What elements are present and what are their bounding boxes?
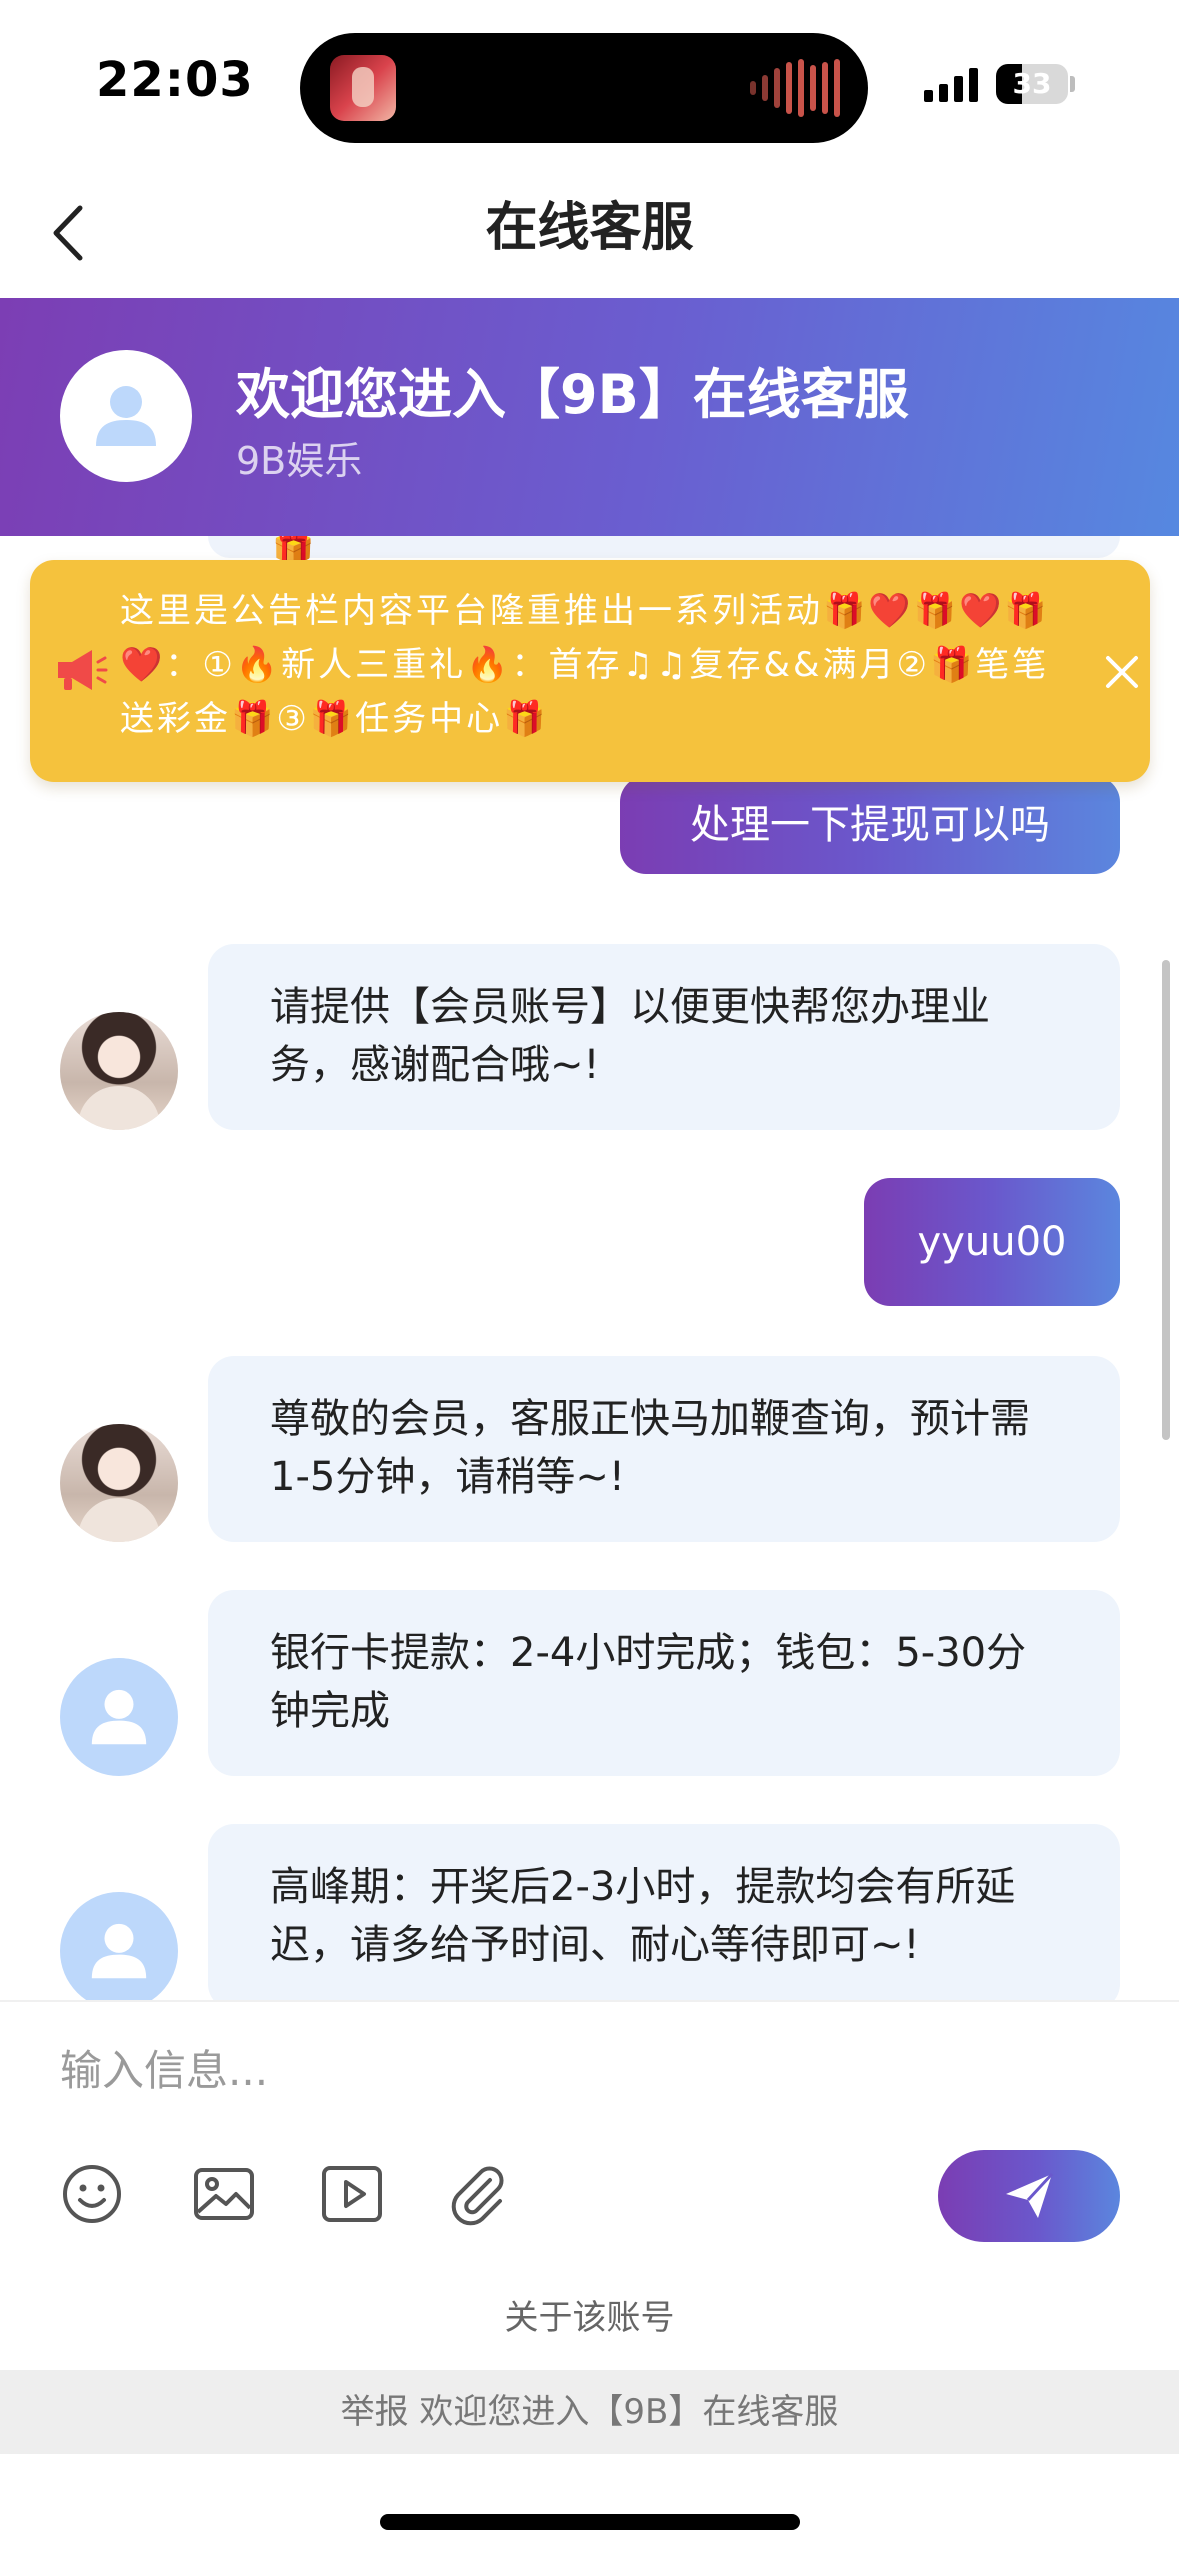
attachment-icon[interactable] [446, 2162, 510, 2226]
service-avatar [60, 350, 192, 482]
video-icon[interactable] [320, 2162, 384, 2226]
welcome-banner: 欢迎您进入【9B】在线客服 9B娱乐 [0, 298, 1179, 536]
message-text: yyuu00 [917, 1219, 1067, 1265]
page-title: 在线客服 [485, 198, 694, 258]
now-playing-artwork [330, 55, 396, 121]
report-bar[interactable]: 举报 欢迎您进入【9B】在线客服 [0, 2370, 1179, 2454]
announcement-bar[interactable]: 这里是公告栏内容平台隆重推出一系列活动🎁❤️🎁❤️🎁❤️：①🔥新人三重礼🔥：首存… [30, 560, 1150, 782]
home-indicator[interactable] [380, 2514, 800, 2530]
emoji-icon[interactable] [60, 2162, 124, 2226]
user-icon [91, 1689, 147, 1745]
dynamic-island[interactable] [300, 33, 868, 143]
chat-scrollbar[interactable] [1162, 960, 1170, 1440]
user-icon [91, 1923, 147, 1979]
image-icon[interactable] [192, 2162, 256, 2226]
gift-emoji-partial: 🎁 [272, 536, 315, 560]
battery-icon: 33 [996, 64, 1068, 104]
agent-message[interactable]: 银行卡提款：2-4小时完成；钱包：5-30分钟完成 [208, 1590, 1120, 1776]
cellular-signal-icon [924, 66, 978, 102]
about-account-link[interactable]: 关于该账号 [0, 2290, 1179, 2339]
banner-title: 欢迎您进入【9B】在线客服 [236, 363, 909, 426]
megaphone-icon [58, 650, 108, 690]
message-input[interactable] [0, 2002, 1179, 2138]
audio-waveform-icon [750, 59, 840, 117]
message-bubble-partial [208, 536, 1120, 558]
send-button[interactable] [938, 2150, 1120, 2242]
message-text: 银行卡提款：2-4小时完成；钱包：5-30分钟完成 [270, 1630, 1027, 1734]
battery-level: 33 [1012, 67, 1052, 100]
message-text: 处理一下提现可以吗 [690, 802, 1050, 848]
agent-avatar[interactable] [60, 1658, 178, 1776]
status-bar: 22:03 33 [0, 0, 1179, 170]
banner-subtitle: 9B娱乐 [236, 439, 363, 483]
user-message[interactable]: yyuu00 [864, 1178, 1120, 1306]
message-text: 尊敬的会员，客服正快马加鞭查询，预计需1-5分钟，请稍等~! [270, 1396, 1030, 1500]
agent-avatar[interactable] [60, 1892, 178, 2000]
agent-avatar[interactable] [60, 1012, 178, 1130]
send-icon [1006, 2172, 1054, 2218]
agent-avatar[interactable] [60, 1424, 178, 1542]
nav-bar: 在线客服 [0, 170, 1179, 298]
back-arrow-icon[interactable] [44, 200, 100, 266]
agent-message[interactable]: 高峰期：开奖后2-3小时，提款均会有所延迟，请多给予时间、耐心等待即可~! [208, 1824, 1120, 2000]
agent-message[interactable]: 尊敬的会员，客服正快马加鞭查询，预计需1-5分钟，请稍等~! [208, 1356, 1120, 1542]
announcement-text: 这里是公告栏内容平台隆重推出一系列活动🎁❤️🎁❤️🎁❤️：①🔥新人三重礼🔥：首存… [120, 591, 1050, 739]
message-composer: 关于该账号 [0, 2000, 1179, 2370]
message-text: 高峰期：开奖后2-3小时，提款均会有所延迟，请多给予时间、耐心等待即可~! [270, 1864, 1016, 1968]
message-text: 请提供【会员账号】以便更快帮您办理业务，感谢配合哦~! [270, 984, 990, 1088]
agent-message[interactable]: 请提供【会员账号】以便更快帮您办理业务，感谢配合哦~! [208, 944, 1120, 1130]
close-icon[interactable] [1100, 650, 1144, 694]
user-icon [96, 386, 156, 446]
status-time: 22:03 [96, 52, 254, 108]
user-message[interactable]: 处理一下提现可以吗 [620, 776, 1120, 874]
